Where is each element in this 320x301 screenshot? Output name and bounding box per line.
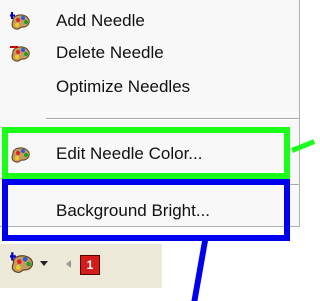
menu-item-label: Delete Needle bbox=[56, 43, 164, 62]
delete-needle-icon bbox=[10, 44, 34, 64]
menu-item-label: Optimize Needles bbox=[56, 77, 191, 96]
menu-item-add-needle[interactable]: Add Needle bbox=[0, 6, 299, 36]
menu-separator bbox=[46, 118, 299, 120]
dropdown-arrow-icon[interactable] bbox=[40, 261, 48, 266]
needle-color-swatch[interactable]: 1 bbox=[80, 255, 100, 275]
callout-line-blue bbox=[191, 241, 208, 301]
menu-item-optimize-needles[interactable]: Optimize Needles bbox=[0, 72, 299, 102]
highlight-box-blue bbox=[2, 179, 290, 241]
add-needle-icon bbox=[9, 12, 34, 32]
palette-icon[interactable] bbox=[8, 252, 38, 276]
menu-item-delete-needle[interactable]: Delete Needle bbox=[0, 38, 299, 68]
toolbar: 1 bbox=[0, 244, 162, 288]
scroll-left-icon[interactable] bbox=[66, 260, 71, 268]
highlight-box-green bbox=[2, 127, 290, 179]
menu-item-label: Add Needle bbox=[56, 11, 145, 30]
